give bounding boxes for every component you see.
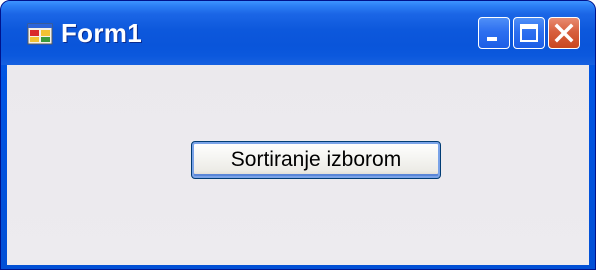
close-button[interactable] <box>548 17 580 49</box>
window-title: Form1 <box>61 18 142 48</box>
minimize-button[interactable] <box>478 17 510 49</box>
winforms-app-icon[interactable] <box>27 23 53 45</box>
title-bar[interactable]: Form1 <box>1 1 595 65</box>
sort-selection-button[interactable]: Sortiranje izborom <box>191 141 441 179</box>
app-window: Form1 Sortiranje izborom <box>0 0 596 270</box>
form-client-area: Sortiranje izborom <box>7 65 589 265</box>
maximize-button[interactable] <box>513 17 545 49</box>
